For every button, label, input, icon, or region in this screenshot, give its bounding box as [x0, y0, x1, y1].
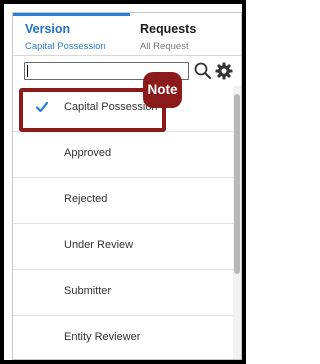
list-item-under-review[interactable]: Under Review: [13, 224, 233, 270]
list-item-label: Entity Reviewer: [64, 331, 141, 343]
note-badge: Note: [143, 72, 182, 108]
tab-version[interactable]: Version Capital Possession: [13, 13, 130, 56]
list-item-submitter[interactable]: Submitter: [13, 270, 233, 316]
text-cursor: [27, 65, 28, 77]
list-scrollbar[interactable]: [233, 86, 241, 359]
tab-bar: Version Capital Possession Requests All …: [13, 13, 241, 56]
tab-version-subtitle: Capital Possession: [25, 41, 106, 52]
screenshot-frame: Version Capital Possession Requests All …: [0, 0, 246, 364]
list-item-label: Submitter: [64, 285, 112, 297]
gear-icon[interactable]: [214, 61, 234, 81]
search-icon[interactable]: [193, 61, 213, 81]
version-selector-panel: Version Capital Possession Requests All …: [12, 12, 242, 360]
list-item-label: Approved: [64, 147, 112, 159]
list-item-label: Rejected: [64, 193, 108, 205]
list-item-rejected[interactable]: Rejected: [13, 178, 233, 224]
tab-requests-subtitle: All Request: [140, 41, 189, 52]
tab-version-title: Version: [25, 22, 71, 36]
list-item-entity-reviewer[interactable]: Entity Reviewer: [13, 316, 233, 359]
search-row: [13, 56, 241, 86]
tab-requests-title: Requests: [140, 22, 197, 36]
list-item-label: Under Review: [64, 239, 134, 251]
list-item-approved[interactable]: Approved: [13, 132, 233, 178]
scrollbar-thumb[interactable]: [234, 94, 240, 274]
tab-requests[interactable]: Requests All Request: [130, 13, 241, 56]
